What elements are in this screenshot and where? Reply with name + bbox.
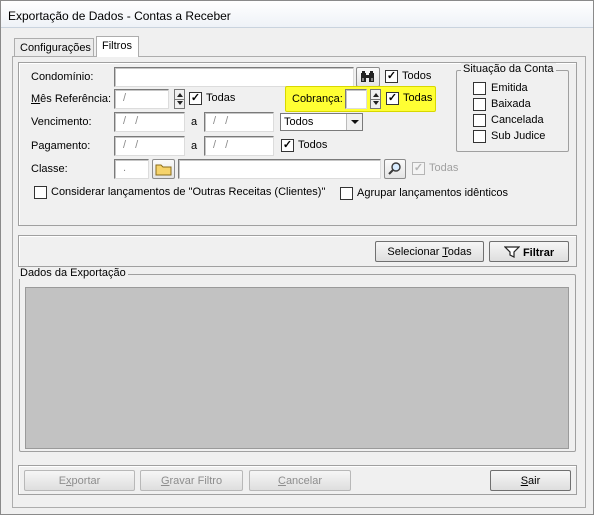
tab-filtros[interactable]: Filtros [96, 36, 139, 57]
condominio-label: Condomínio: [31, 71, 94, 83]
spinner-up-icon [177, 93, 183, 97]
spinner-down-icon [177, 101, 183, 105]
situacao-sub-judice-checkbox[interactable] [473, 130, 486, 143]
filtros-tab-panel: Condomínio: ✓ Todos Mês Referência: / ✓ … [12, 56, 586, 508]
cancelar-button[interactable]: Cancelar [249, 470, 351, 491]
situacao-cancelada-checkbox[interactable] [473, 114, 486, 127]
mes-referencia-todas-label: Todas [206, 92, 236, 104]
situacao-baixada-label: Baixada [491, 98, 531, 110]
actions-panel: Selecionar Todas Filtrar [18, 235, 577, 267]
spinner-divider [175, 99, 184, 100]
situacao-emitida-checkbox[interactable] [473, 82, 486, 95]
pagamento-label: Pagamento: [31, 140, 91, 152]
dropdown-button[interactable] [346, 114, 362, 130]
condominio-todos-label: Todos [402, 70, 432, 82]
pagamento-todos-checkbox[interactable]: ✓ [281, 139, 294, 152]
cobranca-todas-checkbox[interactable]: ✓ [386, 92, 399, 105]
classe-code-input[interactable]: . [114, 159, 149, 179]
tab-filtros-label: Filtros [102, 40, 132, 52]
select-all-button[interactable]: Selecionar Todas [375, 241, 484, 262]
cancelar-label: Cancelar [277, 475, 323, 487]
mes-referencia-todas-checkbox[interactable]: ✓ [189, 92, 202, 105]
export-data-title: Dados da Exportação [18, 267, 128, 279]
folder-icon [155, 164, 172, 176]
filter-button[interactable]: Filtrar [489, 241, 569, 262]
agrupar-identicos-checkbox[interactable] [340, 187, 353, 200]
gravar-filtro-label: Gravar Filtro [160, 475, 223, 487]
sair-label: Sair [520, 475, 541, 487]
cobranca-highlight: Cobrança: ✓ Todas [285, 86, 436, 112]
classe-folder-button[interactable] [152, 159, 175, 179]
situacao-baixada-checkbox[interactable] [473, 98, 486, 111]
vencimento-to-input[interactable]: / / [204, 112, 274, 132]
filter-label: Filtrar [522, 247, 555, 259]
window-title: Exportação de Dados - Contas a Receber [1, 1, 593, 28]
magnifier-icon [388, 162, 401, 175]
cobranca-input[interactable] [345, 89, 367, 109]
classe-label: Classe: [31, 163, 68, 175]
export-data-group: Dados da Exportação [18, 267, 576, 452]
spinner-up-icon [373, 93, 379, 97]
situacao-group: Situação da Conta Emitida Baixada Cancel… [456, 63, 569, 152]
tab-configuracoes[interactable]: Configurações [14, 38, 94, 56]
exportar-label: Exportar [58, 475, 101, 487]
select-all-label: Selecionar Todas [387, 246, 472, 258]
classe-search-button[interactable] [384, 159, 406, 179]
classe-todas-checkbox[interactable]: ✓ [412, 162, 425, 175]
vencimento-label: Vencimento: [31, 116, 92, 128]
vencimento-select-value: Todos [284, 116, 314, 128]
vencimento-from-input[interactable]: / / [114, 112, 185, 132]
export-window: Exportação de Dados - Contas a Receber C… [0, 0, 594, 515]
considerar-outras-receitas-label: Considerar lançamentos de "Outras Receit… [51, 186, 326, 198]
mes-referencia-input[interactable]: / [114, 89, 169, 109]
situacao-emitida-label: Emitida [491, 82, 528, 94]
classe-description-input[interactable] [178, 159, 381, 179]
pagamento-separator: a [191, 140, 198, 152]
binoculars-search-button[interactable] [356, 67, 380, 87]
gravar-filtro-button[interactable]: Gravar Filtro [140, 470, 243, 491]
considerar-outras-receitas-checkbox[interactable] [34, 186, 47, 199]
pagamento-from-input[interactable]: / / [114, 136, 185, 156]
agrupar-identicos-label: Agrupar lançamentos idênticos [357, 187, 509, 199]
situacao-sub-judice-label: Sub Judice [491, 130, 546, 142]
vencimento-select[interactable]: Todos [280, 113, 363, 131]
chevron-down-icon [351, 120, 359, 124]
mes-referencia-spinner[interactable] [174, 89, 185, 109]
condominio-todos-checkbox[interactable]: ✓ [385, 70, 398, 83]
funnel-icon [503, 246, 521, 258]
pagamento-todos-label: Todos [298, 139, 328, 151]
pagamento-to-input[interactable]: / / [204, 136, 274, 156]
vencimento-separator: a [191, 116, 198, 128]
binoculars-icon [361, 71, 374, 82]
tab-configuracoes-label: Configurações [20, 42, 91, 54]
cobranca-label: Cobrança: [292, 93, 343, 105]
spinner-divider [371, 99, 380, 100]
export-data-grid[interactable] [25, 287, 569, 449]
situacao-title: Situação da Conta [461, 63, 556, 75]
cobranca-spinner[interactable] [370, 89, 381, 109]
classe-todas-label: Todas [429, 162, 459, 174]
situacao-cancelada-label: Cancelada [491, 114, 544, 126]
filters-panel: Condomínio: ✓ Todos Mês Referência: / ✓ … [18, 62, 577, 226]
condominio-input[interactable] [114, 67, 354, 87]
footer-panel: Exportar Gravar Filtro Cancelar Sair [18, 465, 577, 495]
mes-referencia-label: Mês Referência: [31, 93, 112, 105]
cobranca-todas-label: Todas [403, 92, 433, 104]
exportar-button[interactable]: Exportar [24, 470, 135, 491]
sair-button[interactable]: Sair [490, 470, 571, 491]
spinner-down-icon [373, 101, 379, 105]
